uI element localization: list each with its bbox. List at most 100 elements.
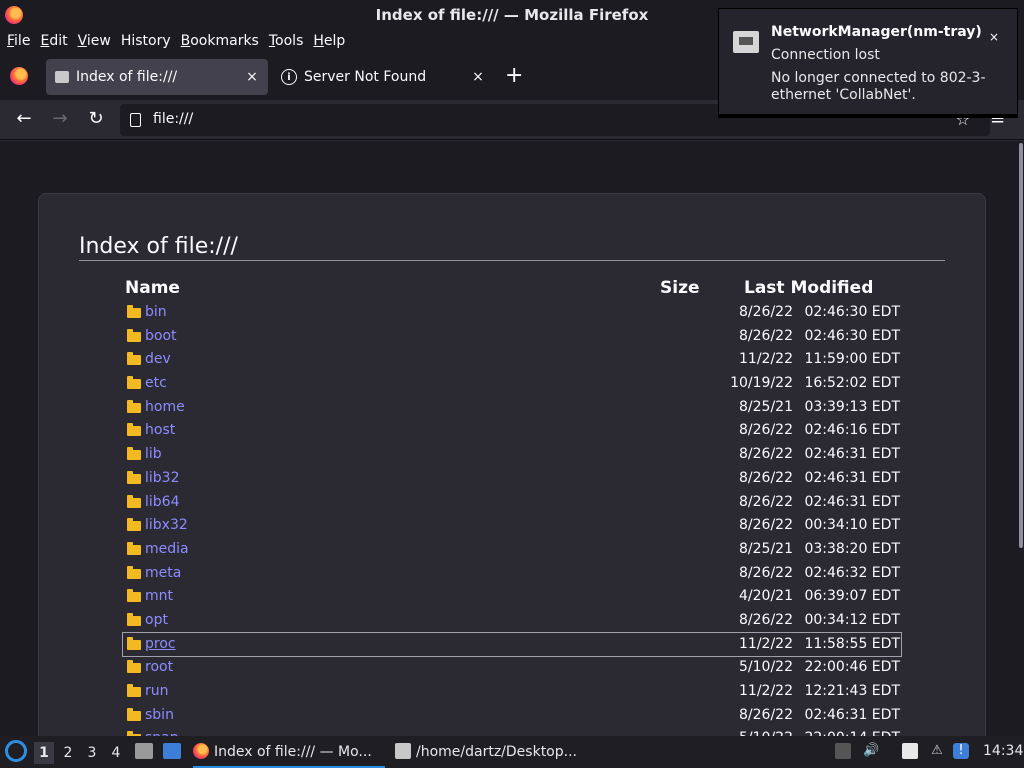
clipboard-icon[interactable] [835,743,851,759]
back-arrow-icon[interactable]: ← [12,108,36,132]
file-manager-icon[interactable] [135,743,153,759]
folder-link[interactable]: media [145,541,189,557]
folder-link[interactable]: libx32 [145,517,188,533]
table-row: snap5/10/2222:00:14 EDT [123,727,901,736]
folder-link[interactable]: proc [145,636,176,652]
folder-link[interactable]: root [145,659,173,675]
menu-edit[interactable]: Edit [40,30,67,54]
notes-icon[interactable] [902,743,918,759]
folder-link[interactable]: mnt [145,588,173,604]
notification-app: NetworkManager(nm-tray) [771,24,982,40]
folder-link[interactable]: lib64 [145,494,179,510]
new-tab-button[interactable]: + [505,64,523,88]
table-row: run 11/2/22 12:21:43 EDT [123,680,901,704]
column-header-size[interactable]: Size [660,278,700,298]
folder-icon [127,399,141,413]
folder-icon [127,447,141,461]
url-text[interactable]: file:/// [153,111,193,127]
firefox-view-icon[interactable] [10,67,28,85]
folder-icon [127,684,141,697]
folder-icon [127,328,141,342]
folder-link[interactable]: meta [145,565,181,581]
folder-link[interactable]: run [145,683,169,699]
folder-icon [127,541,141,555]
table-row: meta 8/26/22 02:46:32 EDT [123,562,901,586]
task-label: /home/dartz/Desktop... [416,744,577,760]
folder-icon [127,612,141,626]
reload-icon[interactable]: ↻ [84,108,108,132]
menu-tools[interactable]: Tools [269,30,304,54]
table-row: lib32 8/26/22 02:46:31 EDT [123,467,901,491]
volume-icon[interactable]: 🔊 [863,743,879,759]
table-row: etc 10/19/22 16:52:02 EDT [123,372,901,396]
folder-icon [127,470,141,484]
modified-time: 02:46:31 EDT [804,469,900,486]
update-notifier-icon[interactable]: ! [953,743,969,759]
info-icon: i [281,69,297,85]
show-desktop-icon[interactable] [163,743,181,759]
folder-icon [127,352,141,366]
table-row: lib64 8/26/22 02:46:31 EDT [123,491,901,515]
folder-icon [127,589,141,603]
page-scrollbar[interactable] [1018,141,1024,736]
modified-date: 4/20/21 [739,588,793,605]
folder-link[interactable]: lib [145,446,162,462]
table-row: media 8/25/21 03:38:20 EDT [123,538,901,562]
folder-link[interactable]: opt [145,612,168,628]
network-notification[interactable]: NetworkManager(nm-tray) Connection lost … [718,8,1018,118]
folder-link[interactable]: boot [145,328,177,344]
menu-history[interactable]: History [121,30,171,54]
modified-date: 8/26/22 [739,327,793,344]
workspace-1[interactable]: 1 [34,742,54,764]
tab-close-button[interactable]: × [242,69,262,85]
scrollbar-thumb[interactable] [1019,143,1023,548]
modified-date: 11/2/22 [739,351,793,368]
menu-help[interactable]: Help [313,30,345,54]
folder-link[interactable]: home [145,399,185,415]
workspace-2[interactable]: 2 [58,742,78,764]
table-row: bin 8/26/22 02:46:30 EDT [123,301,901,325]
network-ethernet-icon [733,31,759,53]
modified-time: 02:46:30 EDT [804,327,900,344]
page-title: Index of file:/// [79,234,238,259]
taskbar-task-firefox[interactable]: Index of file:/// — Mo... [193,738,385,768]
directory-listing-card: Index of file:/// Name Size Last Modifie… [38,193,986,736]
modified-date: 8/26/22 [739,422,793,439]
start-menu-icon[interactable] [5,740,27,762]
tab-close-button[interactable]: × [468,69,488,85]
clock[interactable]: 14:34 [983,743,1023,759]
table-row: mnt 4/20/21 06:39:07 EDT [123,585,901,609]
column-header-name[interactable]: Name [125,278,180,298]
folder-link[interactable]: sbin [145,707,174,723]
menu-view[interactable]: View [78,30,111,54]
folder-link[interactable]: host [145,422,175,438]
modified-time: 02:46:31 EDT [804,446,900,463]
modified-time: 12:21:43 EDT [804,683,900,699]
workspace-3[interactable]: 3 [82,742,102,764]
modified-time: 11:58:55 EDT [804,635,900,652]
notification-close-button[interactable]: × [984,27,1004,47]
folder-link[interactable]: bin [145,304,167,320]
folder-icon [127,707,141,721]
menu-bookmarks[interactable]: Bookmarks [181,30,259,54]
menu-file[interactable]: File [7,30,30,54]
taskbar-task-editor[interactable]: /home/dartz/Desktop... [395,738,595,768]
folder-link[interactable]: etc [145,375,167,391]
folder-icon [127,305,141,318]
folder-link[interactable]: dev [145,351,171,367]
modified-date: 8/26/22 [739,564,793,581]
column-header-last-modified[interactable]: Last Modified [744,278,873,298]
modified-date: 8/26/22 [739,706,793,723]
modified-date: 8/26/22 [739,517,793,534]
forward-arrow-icon[interactable]: → [48,108,72,132]
workspace-4[interactable]: 4 [106,742,126,764]
modified-time: 02:46:32 EDT [804,564,900,581]
tab-server-not-found[interactable]: i Server Not Found × [272,59,494,95]
table-row: lib 8/26/22 02:46:31 EDT [123,443,901,467]
folder-link[interactable]: lib32 [145,470,179,486]
table-row: opt 8/26/22 00:34:12 EDT [123,609,901,633]
table-row: home 8/25/21 03:39:13 EDT [123,396,901,420]
network-disconnected-icon[interactable]: ⚠ [929,743,945,759]
tab-index-of-file[interactable]: Index of file:/// × [46,59,268,95]
firefox-icon [193,743,209,759]
